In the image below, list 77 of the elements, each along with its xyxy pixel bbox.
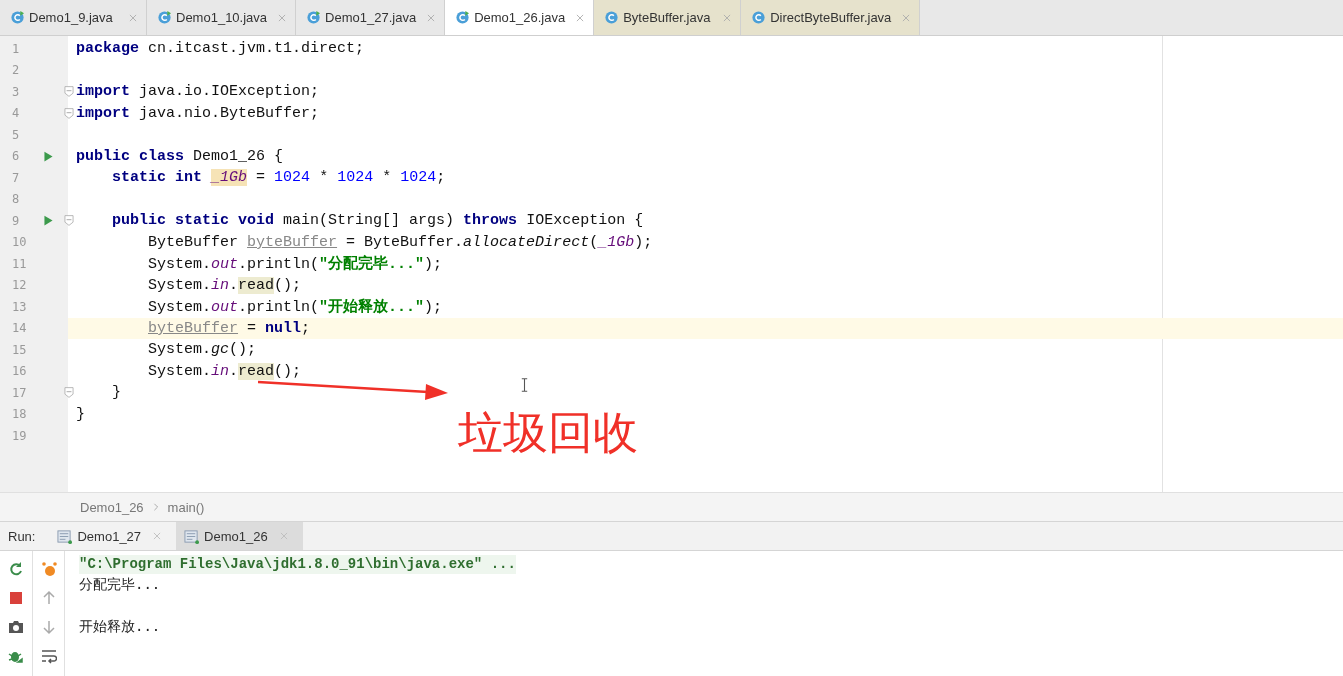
chevron-icon: [151, 502, 160, 512]
line-number: 9: [11, 213, 21, 228]
line-number: 1: [11, 41, 21, 56]
down-arrow-icon[interactable]: [40, 619, 57, 635]
code-line: System.gc();: [147, 341, 257, 359]
console-icon: [57, 528, 73, 544]
fold-marker-icon[interactable]: [63, 106, 75, 120]
line-number: 17: [11, 385, 28, 400]
file-tab[interactable]: Demo1_10.java: [147, 0, 297, 35]
class-file-icon: [306, 10, 322, 25]
code-line: }: [111, 384, 122, 402]
line-number: 8: [11, 192, 21, 207]
close-icon[interactable]: [128, 12, 138, 23]
rerun-icon[interactable]: [8, 561, 24, 577]
line-number: 2: [11, 63, 21, 78]
line-number: 16: [11, 364, 28, 379]
class-file-icon: [751, 10, 767, 25]
close-icon[interactable]: [277, 12, 288, 23]
console-icon: [184, 528, 200, 544]
code-line: ByteBuffer byteBuffer = ByteBuffer.allocateDirect(_1Gb);: [147, 233, 653, 251]
run-label: Run:: [7, 527, 37, 546]
close-icon[interactable]: [278, 531, 289, 541]
console-output: 开始释放...: [79, 617, 162, 636]
run-tab[interactable]: Demo1_26: [176, 522, 303, 550]
fold-marker-icon[interactable]: [63, 85, 75, 98]
class-file-icon: [455, 10, 471, 25]
code-line: byteBuffer = null;: [147, 319, 311, 337]
code-line: System.out.println("分配完毕...");: [147, 254, 443, 274]
line-number: 18: [11, 407, 28, 422]
code-line: public class Demo1_26 {: [76, 147, 284, 165]
class-file-icon: [604, 10, 620, 25]
line-number: 5: [11, 127, 21, 142]
line-number: 19: [11, 428, 28, 443]
line-number: 7: [11, 170, 21, 185]
close-icon[interactable]: [152, 531, 163, 541]
text-cursor-icon: [520, 377, 529, 393]
soft-wrap-icon[interactable]: [40, 648, 57, 664]
close-icon[interactable]: [901, 12, 912, 23]
line-number: 6: [11, 149, 21, 164]
threads-icon[interactable]: [40, 561, 57, 577]
line-number: 3: [11, 84, 21, 99]
code-line: public static void main(String[] args) throws IOException {: [111, 212, 644, 230]
file-tab[interactable]: DirectByteBuffer.java: [741, 0, 921, 35]
line-number: 4: [11, 106, 21, 121]
code-line: import java.io.IOException;: [76, 83, 320, 101]
breadcrumb-item[interactable]: main(): [167, 499, 205, 515]
line-number: 10: [11, 235, 28, 250]
annotation-text: 垃圾回收: [458, 405, 638, 461]
code-line: }: [76, 405, 85, 423]
file-tab[interactable]: ByteBuffer.java: [594, 0, 742, 35]
code-line: System.in.read();: [147, 362, 302, 380]
class-file-icon: [10, 10, 25, 25]
close-icon[interactable]: [722, 12, 733, 23]
breadcrumb-item[interactable]: Demo1_26: [80, 499, 144, 515]
camera-icon[interactable]: [8, 619, 24, 635]
file-tab[interactable]: Demo1_9.java: [0, 0, 147, 35]
stop-icon[interactable]: [8, 590, 24, 606]
line-number: 14: [11, 321, 28, 336]
code-line: import java.nio.ByteBuffer;: [76, 104, 320, 122]
code-line: package cn.itcast.jvm.t1.direct;: [76, 40, 365, 58]
run-icon[interactable]: [42, 214, 55, 228]
file-tab[interactable]: Demo1_26.java: [445, 0, 595, 35]
line-number: 15: [11, 342, 28, 357]
code-line: System.out.println("开始释放...");: [147, 297, 443, 317]
close-icon[interactable]: [426, 12, 437, 23]
line-number: 13: [11, 299, 28, 314]
fold-marker-icon[interactable]: [63, 214, 75, 227]
line-number: 11: [11, 256, 28, 271]
code-line: System.in.read();: [147, 276, 302, 294]
close-icon[interactable]: [575, 12, 586, 23]
console-output: 分配完毕...: [79, 575, 162, 594]
code-line: static int _1Gb = 1024 * 1024 * 1024;: [111, 169, 446, 187]
fold-marker-icon[interactable]: [63, 386, 75, 399]
run-icon[interactable]: [42, 149, 55, 163]
line-number: 12: [11, 278, 28, 293]
class-file-icon: [157, 10, 172, 25]
run-tab[interactable]: Demo1_27: [49, 522, 177, 550]
